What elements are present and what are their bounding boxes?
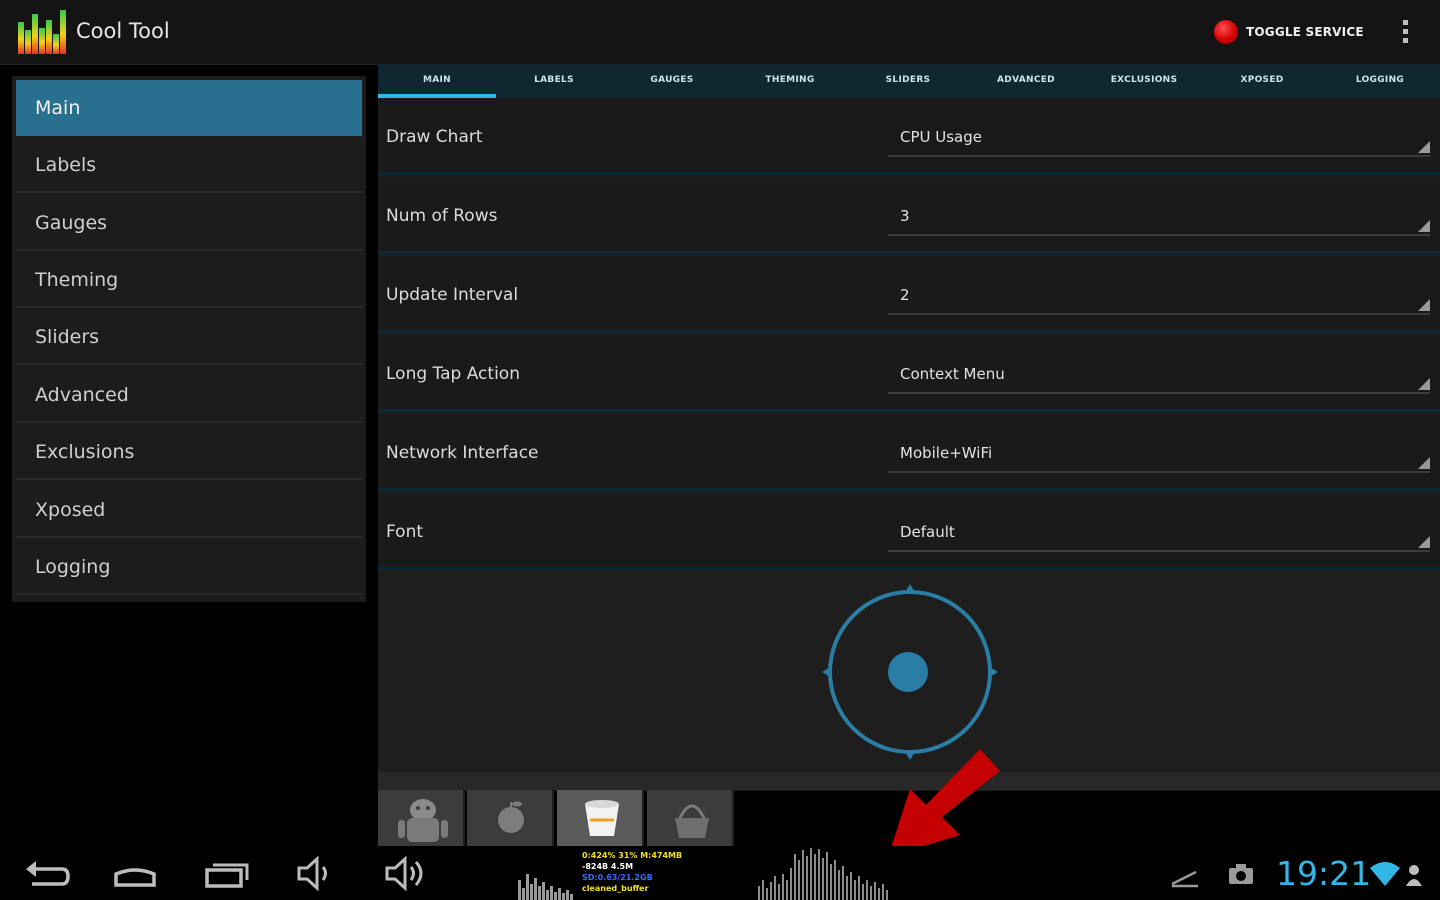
sidebar-item-label: Xposed	[35, 499, 106, 521]
sidebar-item-label: Gauges	[35, 212, 108, 234]
tab-theming[interactable]: THEMING	[731, 64, 849, 98]
recent-apps-icon[interactable]	[198, 854, 254, 892]
apple-icon[interactable]	[467, 790, 554, 846]
cpu-mini-graph-icon	[518, 874, 573, 900]
sidebar-item-main[interactable]: Main	[16, 80, 362, 136]
setting-value: 3	[900, 207, 910, 225]
dropdown-arrow-icon	[1418, 536, 1430, 548]
setting-value: CPU Usage	[900, 128, 983, 146]
system-navigation-bar: 0:424% 31% M:474MB -824B 4.5M SD:0.63/21…	[0, 846, 1440, 900]
bucket-icon[interactable]	[557, 790, 644, 846]
tab-bar: MAIN LABELS GAUGES THEMING SLIDERS ADVAN…	[378, 64, 1440, 100]
font-dropdown[interactable]: Default	[888, 512, 1430, 552]
setting-num-of-rows[interactable]: Num of Rows 3	[378, 178, 1440, 254]
tab-main[interactable]: MAIN	[378, 64, 496, 98]
cpu-stat-line: 0:424% 31% M:474MB	[582, 851, 683, 860]
setting-value: 2	[900, 286, 910, 304]
tab-advanced[interactable]: ADVANCED	[967, 64, 1085, 98]
setting-label: Update Interval	[386, 285, 519, 305]
toggle-service-button[interactable]: TOGGLE SERVICE	[1214, 16, 1364, 48]
cpu-stat-line: -824B 4.5M	[582, 862, 634, 871]
long-tap-action-dropdown[interactable]: Context Menu	[888, 354, 1430, 394]
setting-label: Network Interface	[386, 443, 539, 463]
android-icon[interactable]	[378, 790, 465, 846]
record-icon	[1214, 20, 1238, 44]
dropdown-arrow-icon	[1418, 378, 1430, 390]
sidebar-item-label: Theming	[35, 269, 119, 291]
setting-long-tap-action[interactable]: Long Tap Action Context Menu	[378, 336, 1440, 412]
action-bar: Cool Tool TOGGLE SERVICE	[0, 0, 1440, 65]
sidebar-item-theming[interactable]: Theming	[16, 252, 362, 308]
setting-value: Mobile+WiFi	[900, 444, 993, 462]
app-title: Cool Tool	[76, 19, 170, 43]
update-interval-dropdown[interactable]: 2	[888, 275, 1430, 315]
user-icon	[1406, 865, 1422, 886]
cpu-history-graph-icon	[758, 848, 888, 900]
toggle-service-label: TOGGLE SERVICE	[1246, 25, 1364, 39]
volume-up-icon[interactable]	[376, 854, 432, 892]
dropdown-arrow-icon	[1418, 457, 1430, 469]
annotation-arrow-icon	[888, 749, 1000, 857]
tab-sliders[interactable]: SLIDERS	[849, 64, 967, 98]
setting-font[interactable]: Font Default	[378, 494, 1440, 570]
wifi-icon	[1370, 862, 1400, 886]
dropdown-arrow-icon	[1418, 299, 1430, 311]
dropdown-arrow-icon	[1418, 220, 1430, 232]
clock: 19:21	[1276, 854, 1372, 893]
sidebar-item-label: Advanced	[35, 384, 129, 406]
setting-update-interval[interactable]: Update Interval 2	[378, 257, 1440, 333]
sidebar-item-logging[interactable]: Logging	[16, 539, 362, 595]
tab-exclusions[interactable]: EXCLUSIONS	[1085, 64, 1203, 98]
tab-logging[interactable]: LOGGING	[1321, 64, 1439, 98]
sidebar-item-advanced[interactable]: Advanced	[16, 367, 362, 423]
home-icon[interactable]	[107, 854, 163, 892]
sidebar-item-exclusions[interactable]: Exclusions	[16, 424, 362, 480]
cpu-stat-line: cleaned_buffer	[582, 884, 649, 893]
sidebar-item-label: Logging	[35, 556, 111, 578]
setting-label: Num of Rows	[386, 206, 498, 226]
setting-label: Font	[386, 522, 424, 542]
cpu-stats-overlay: 0:424% 31% M:474MB -824B 4.5M SD:0.63/21…	[582, 850, 682, 894]
setting-value: Default	[900, 523, 955, 541]
dropdown-arrow-icon	[1418, 141, 1430, 153]
setting-label: Draw Chart	[386, 127, 483, 147]
sidebar-item-sliders[interactable]: Sliders	[16, 309, 362, 365]
sidebar-item-label: Exclusions	[35, 441, 135, 463]
camera-icon	[1229, 864, 1253, 884]
setting-label: Long Tap Action	[386, 364, 520, 384]
cpu-stat-line: SD:0.63/21.2GB	[582, 873, 653, 882]
sidebar: Main Labels Gauges Theming Sliders Advan…	[12, 76, 366, 602]
sidebar-item-label: Main	[35, 97, 81, 119]
usb-debugging-icon	[1171, 870, 1198, 888]
sidebar-item-gauges[interactable]: Gauges	[16, 195, 362, 251]
setting-value: Context Menu	[900, 365, 1005, 383]
sidebar-item-label: Sliders	[35, 326, 100, 348]
tab-xposed[interactable]: XPOSED	[1203, 64, 1321, 98]
sidebar-item-labels[interactable]: Labels	[16, 137, 362, 193]
tab-labels[interactable]: LABELS	[495, 64, 613, 98]
joystick-handle[interactable]	[820, 582, 1000, 762]
app-logo-icon	[16, 8, 68, 54]
setting-draw-chart[interactable]: Draw Chart CPU Usage	[378, 99, 1440, 175]
setting-network-interface[interactable]: Network Interface Mobile+WiFi	[378, 415, 1440, 491]
num-of-rows-dropdown[interactable]: 3	[888, 196, 1430, 236]
back-icon[interactable]	[18, 854, 74, 892]
network-interface-dropdown[interactable]: Mobile+WiFi	[888, 433, 1430, 473]
draw-chart-dropdown[interactable]: CPU Usage	[888, 117, 1430, 157]
sidebar-item-xposed[interactable]: Xposed	[16, 482, 362, 538]
sidebar-item-label: Labels	[35, 154, 97, 176]
tab-gauges[interactable]: GAUGES	[613, 64, 731, 98]
basket-icon[interactable]	[647, 790, 734, 846]
volume-down-icon[interactable]	[288, 854, 344, 892]
overflow-menu-icon[interactable]	[1398, 18, 1412, 46]
